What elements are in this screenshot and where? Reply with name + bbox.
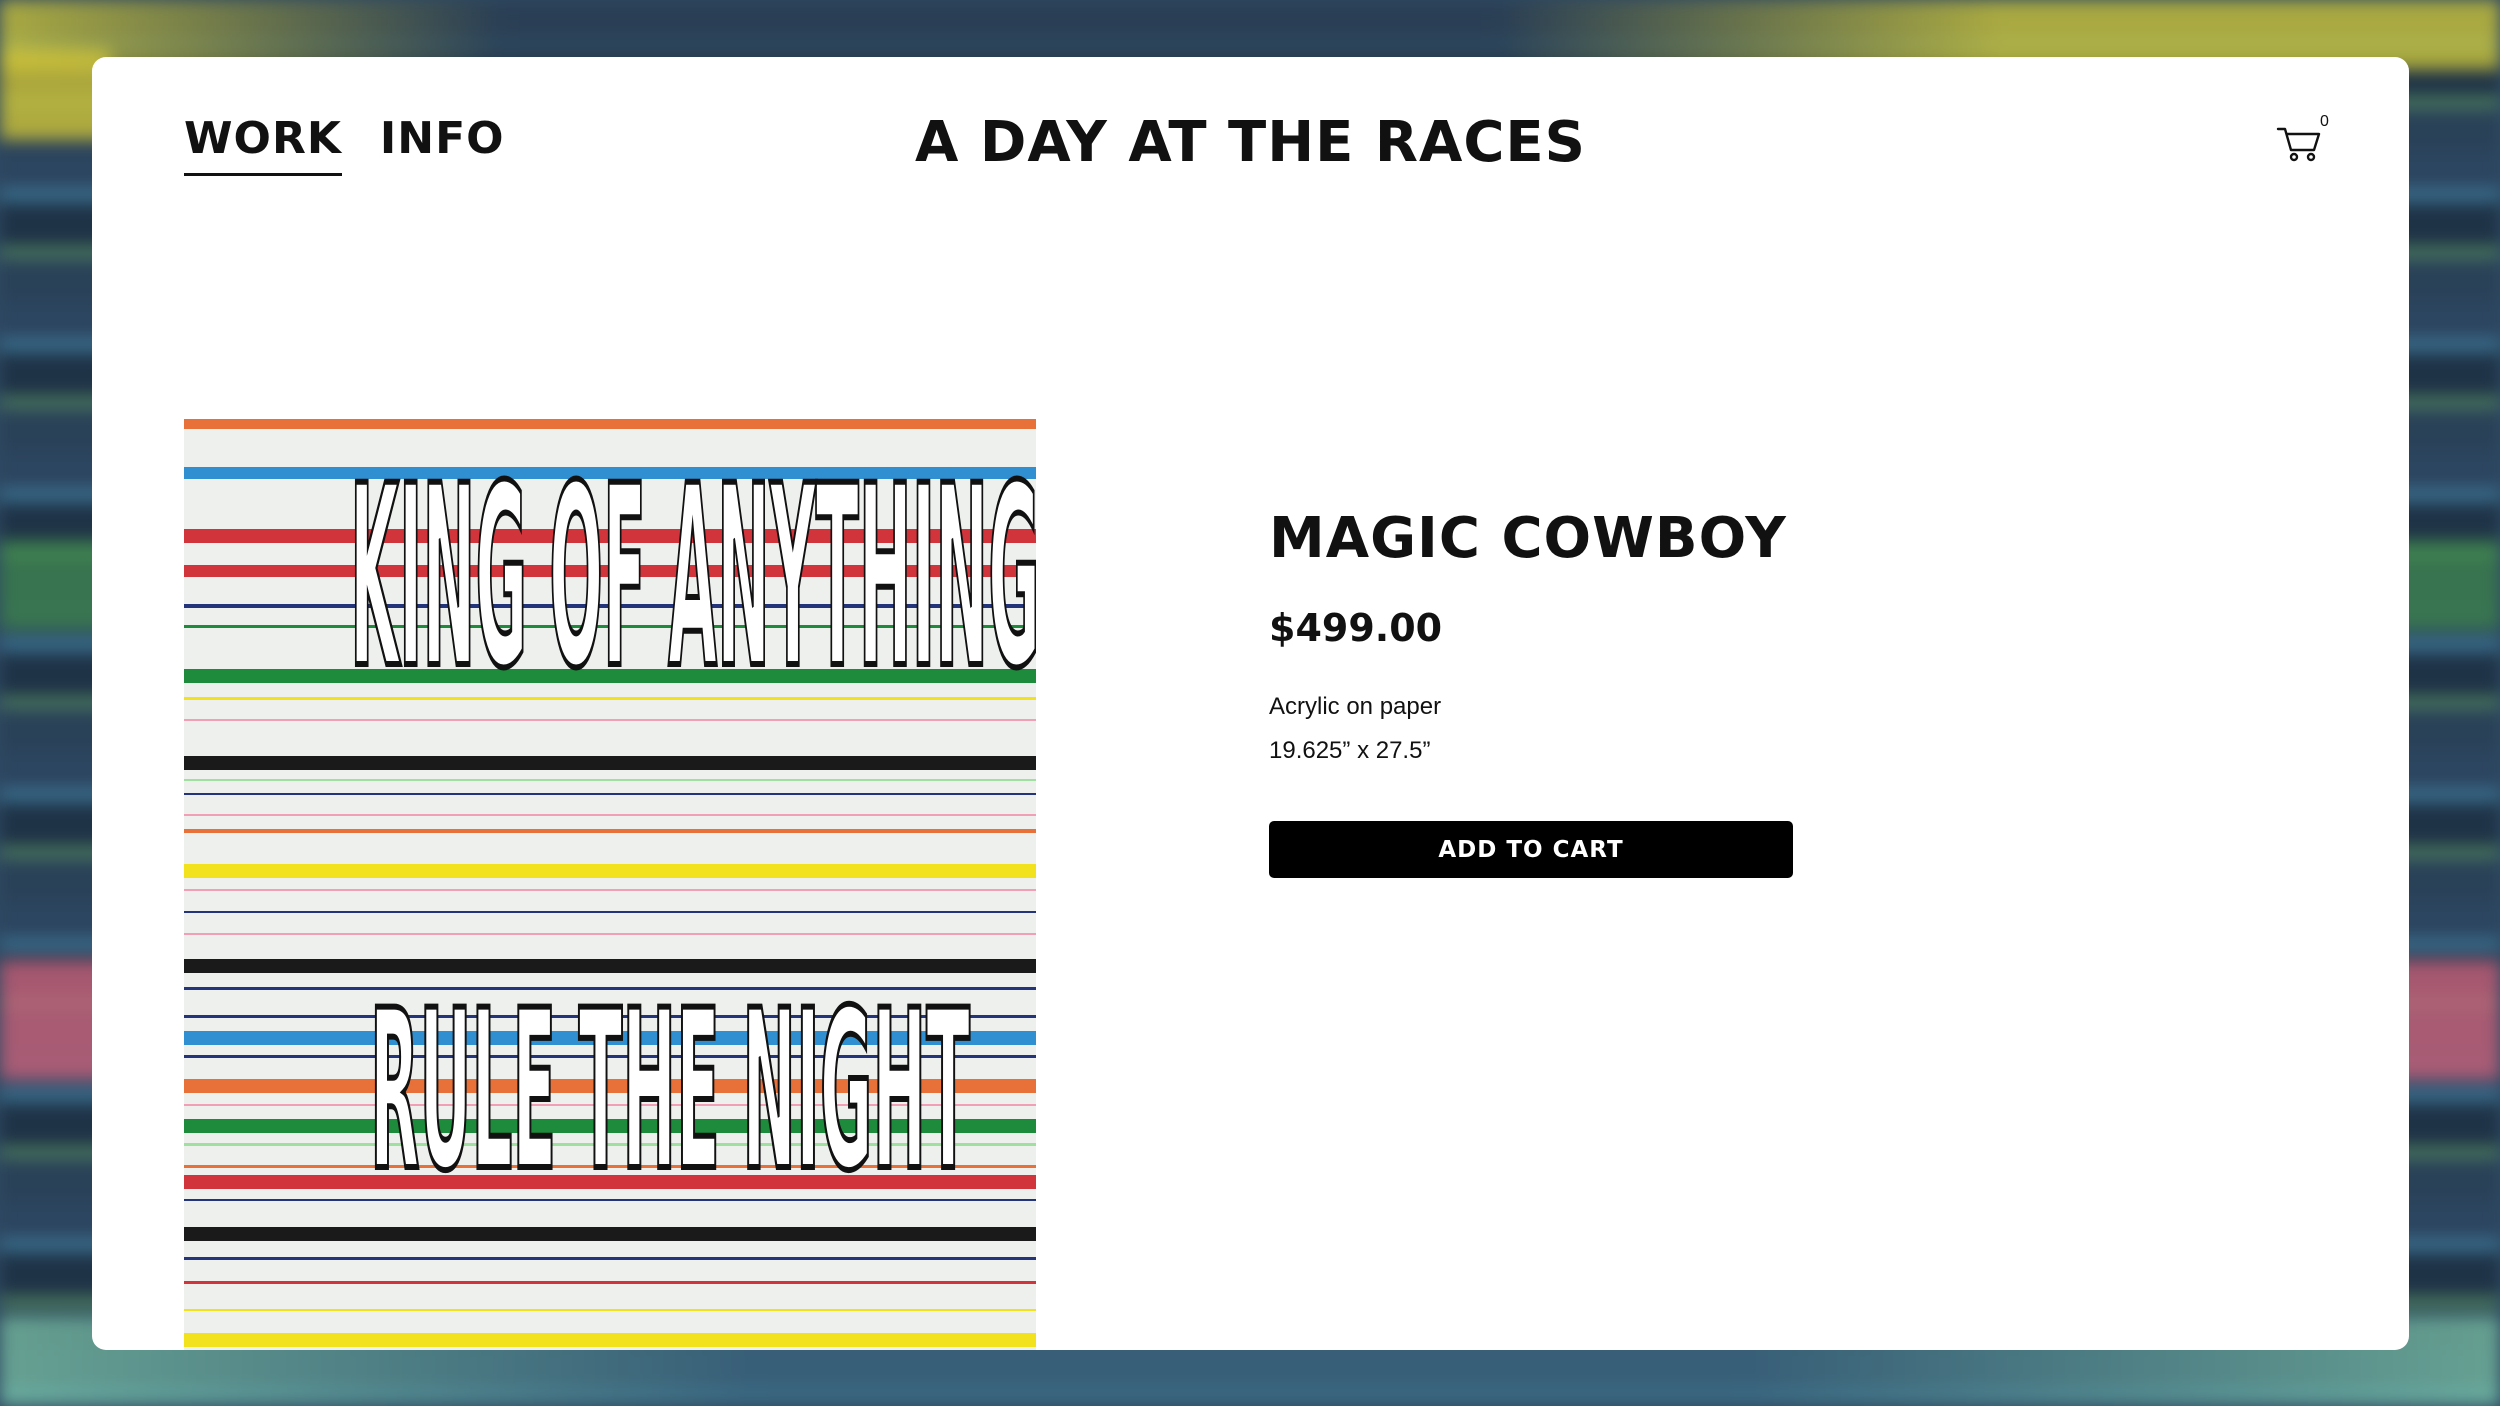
main-nav: WORK INFO	[184, 117, 505, 176]
artwork-painting: KING OF ANYTHING RULE THE NIGHT	[184, 419, 1036, 1347]
product-price: $499.00	[1269, 606, 1443, 650]
artwork-stripe	[184, 933, 1036, 935]
cart-button[interactable]: 0	[2268, 111, 2348, 181]
product-details: MAGIC COWBOY $499.00 Acrylic on paper 19…	[1269, 511, 1969, 878]
artwork-stripe	[184, 911, 1036, 913]
artwork-stripe	[184, 1281, 1036, 1284]
add-to-cart-button[interactable]: ADD TO CART	[1269, 821, 1793, 878]
nav-info-link[interactable]: INFO	[380, 117, 505, 176]
artwork-text-line-1: KING OF ANYTHING	[350, 432, 1036, 723]
product-dimensions: 19.625” x 27.5”	[1269, 737, 1431, 764]
artwork-stripe	[184, 889, 1036, 891]
artwork-stripe	[184, 1257, 1036, 1260]
artwork-stripe	[184, 793, 1036, 795]
artwork-stripe	[184, 1333, 1036, 1347]
product-title: MAGIC COWBOY	[1269, 506, 1787, 571]
nav-work-link[interactable]: WORK	[184, 117, 342, 176]
cart-count-badge: 0	[2320, 113, 2329, 130]
artwork-stripe	[184, 829, 1036, 833]
artwork-stripe	[184, 814, 1036, 816]
browser-page: WORK INFO A DAY AT THE RACES 0 KING OF A…	[92, 57, 2409, 1350]
artwork-stripe	[184, 756, 1036, 770]
artwork-stripe	[184, 1309, 1036, 1311]
artwork-image[interactable]: KING OF ANYTHING RULE THE NIGHT	[184, 419, 1036, 1350]
artwork-stripe	[184, 779, 1036, 781]
cart-icon	[2276, 127, 2321, 162]
artwork-stripe	[184, 419, 1036, 429]
artwork-stripe	[184, 1227, 1036, 1241]
artwork-text-line-2: RULE THE NIGHT	[370, 963, 970, 1219]
artwork-stripe	[184, 864, 1036, 878]
product-medium: Acrylic on paper	[1269, 693, 1442, 720]
